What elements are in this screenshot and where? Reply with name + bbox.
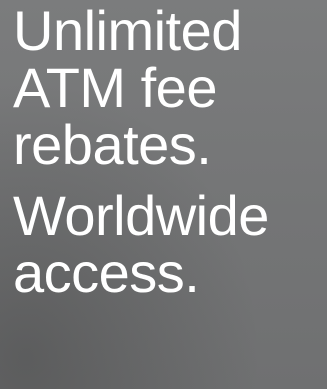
promo-background: { "promo": { "headline_lines": ["Unlimit… xyxy=(0,0,327,389)
promo-copy: Unlimited ATM fee rebates. Worldwide acc… xyxy=(13,0,327,301)
subheadline-line-1: Worldwide xyxy=(13,184,269,247)
headline-line-2: ATM fee xyxy=(13,56,217,119)
headline-line-1: Unlimited xyxy=(13,0,242,62)
subheadline-line-2: access. xyxy=(13,241,200,304)
headline-line-3: rebates. xyxy=(13,113,212,176)
